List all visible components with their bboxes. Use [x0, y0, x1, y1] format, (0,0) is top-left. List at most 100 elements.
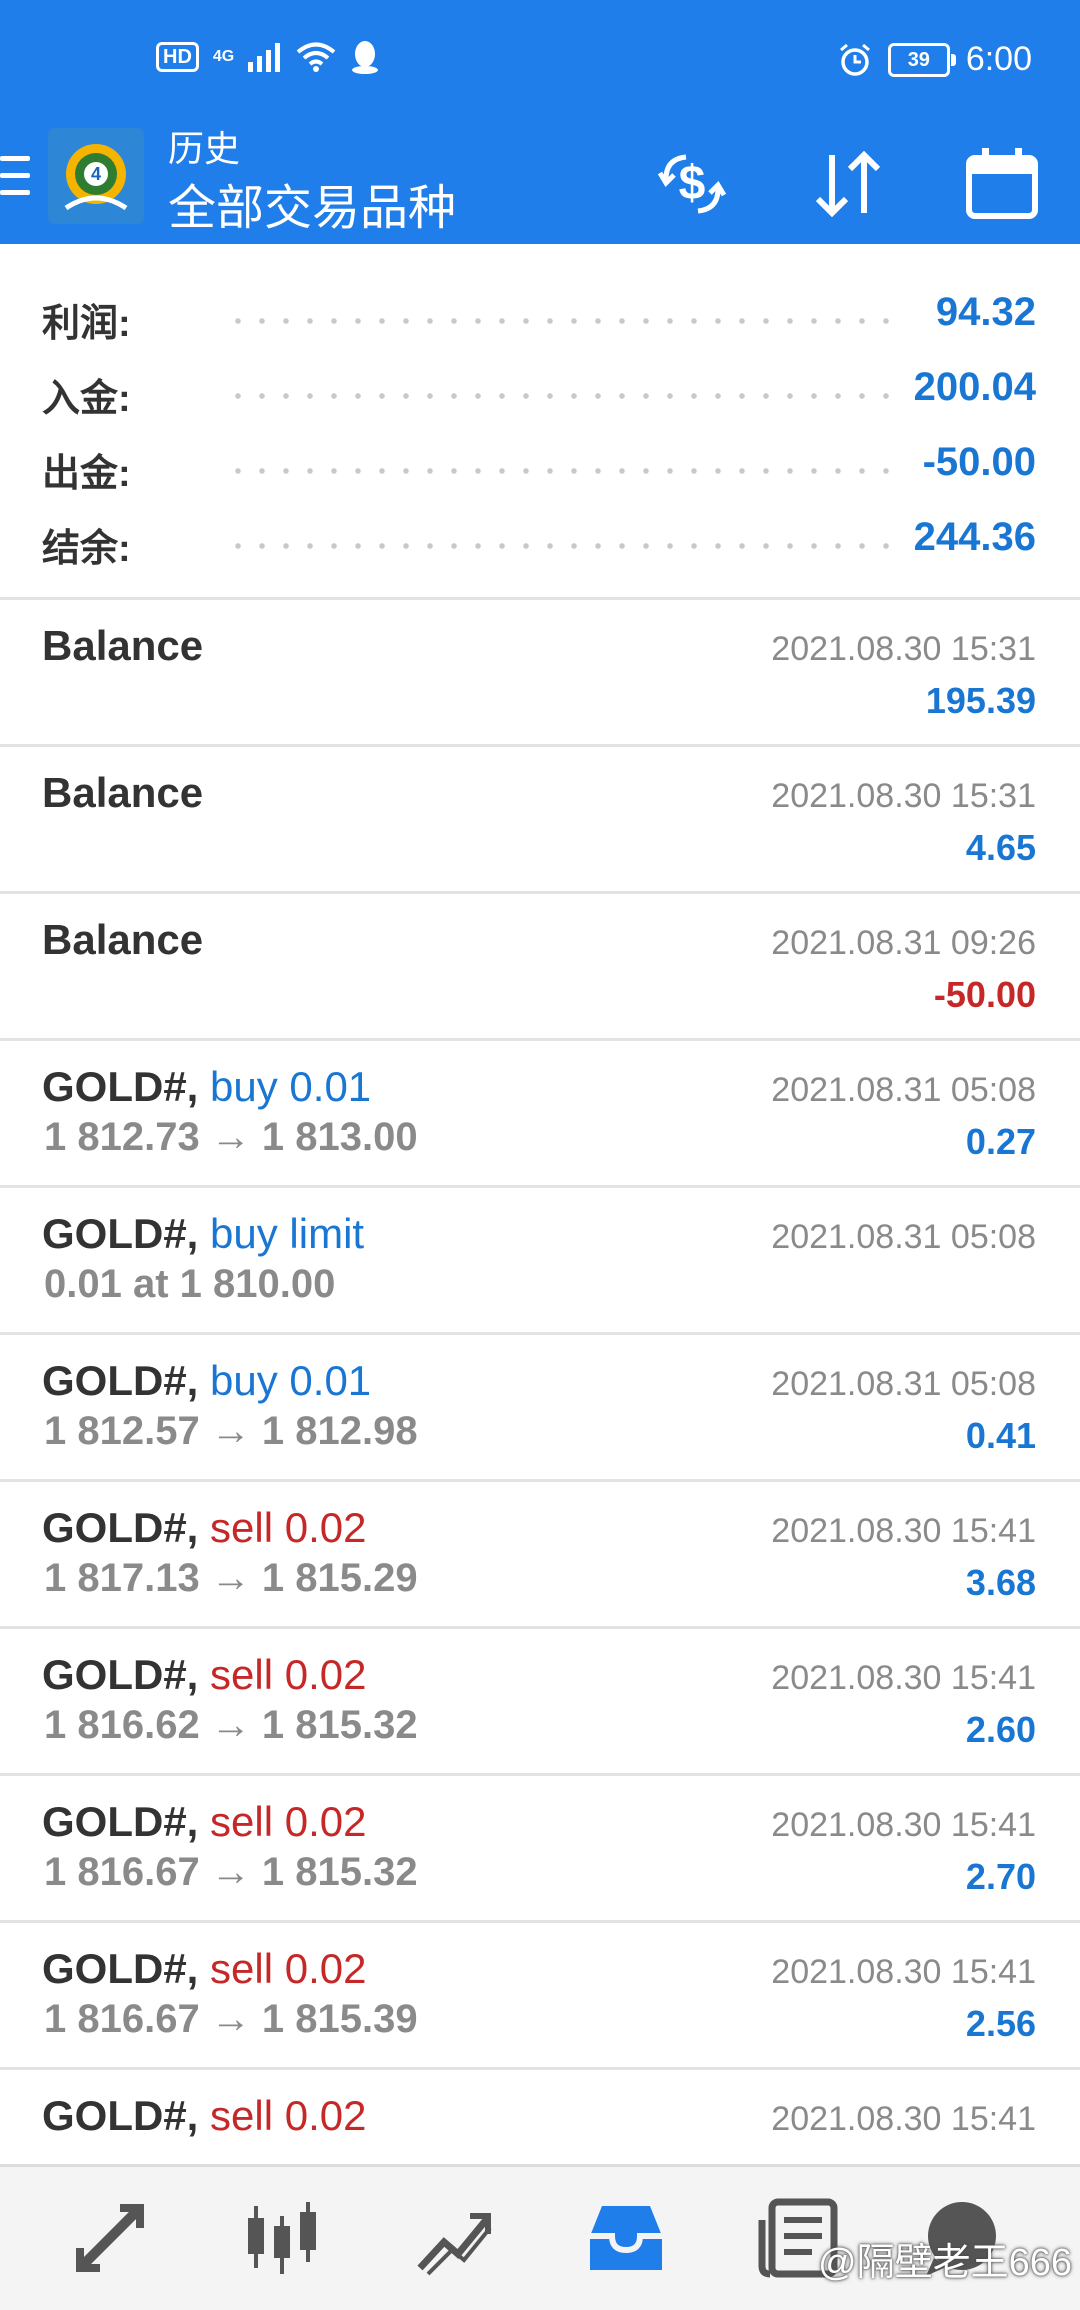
currency-exchange-icon[interactable]: $ [650, 142, 734, 226]
wifi-icon [296, 42, 336, 72]
row-symbol: Balance [42, 769, 204, 816]
row-time: 2021.08.30 15:41 [771, 1512, 1036, 1550]
row-profit: 0.41 [965, 1415, 1036, 1456]
app-bar: 4 历史 全部交易品种 $ [0, 120, 1080, 244]
row-symbol: GOLD#, buy limit [42, 1210, 365, 1257]
status-time: 6:00 [965, 40, 1032, 78]
history-row[interactable]: Balance 2021.08.30 15:31 4.65 [0, 747, 1080, 894]
row-time: 2021.08.30 15:41 [771, 1659, 1036, 1697]
row-details: 1 816.67 → 1 815.32 [44, 1850, 418, 1894]
row-details: 0.01 at 1 810.00 [44, 1262, 336, 1306]
row-action: sell 0.02 [210, 1504, 367, 1551]
hd-badge: HD [156, 42, 199, 72]
history-row[interactable]: Balance 2021.08.31 09:26 -50.00 [0, 894, 1080, 1041]
row-symbol: GOLD#, sell 0.02 [42, 1651, 367, 1698]
summary-value: 94.32 [935, 290, 1036, 334]
row-time: 2021.08.30 15:41 [771, 1806, 1036, 1844]
row-symbol: Balance [42, 622, 204, 669]
row-symbol: GOLD#, buy 0.01 [42, 1357, 372, 1404]
row-symbol: GOLD#, sell 0.02 [42, 1945, 367, 1992]
summary-row-balance: 结余: 244.36 [0, 499, 1080, 574]
history-row[interactable]: GOLD#, sell 0.02 1 817.13 → 1 815.29 202… [0, 1482, 1080, 1629]
row-profit: 4.65 [965, 827, 1036, 868]
row-action: buy 0.01 [210, 1357, 372, 1404]
qq-icon [352, 41, 379, 74]
row-details: 1 812.57 → 1 812.98 [44, 1409, 418, 1453]
battery-indicator: 39 [887, 42, 956, 77]
row-profit: 3.68 [965, 1562, 1036, 1603]
row-profit: -50.00 [933, 974, 1036, 1015]
history-row[interactable]: GOLD#, sell 0.02 1 816.62 → 1 815.32 202… [0, 1629, 1080, 1776]
row-time: 2021.08.30 15:31 [771, 777, 1036, 815]
row-action: sell 0.02 [210, 2092, 367, 2139]
row-symbol: Balance [42, 916, 204, 963]
summary-panel: 利润: 94.32 入金: 200.04 出金: -50.00 结余: 244.… [0, 244, 1080, 598]
row-symbol: GOLD#, sell 0.02 [42, 1798, 367, 1845]
status-bar: HD 4G 39 6:00 [0, 0, 1080, 120]
row-details: 1 812.73 → 1 813.00 [44, 1115, 418, 1159]
row-action: sell 0.02 [210, 1651, 367, 1698]
row-symbol: GOLD#, buy 0.01 [42, 1063, 372, 1110]
row-action: buy limit [210, 1210, 365, 1257]
row-symbol: GOLD#, sell 0.02 [42, 2092, 367, 2139]
row-time: 2021.08.30 15:41 [771, 1953, 1036, 1991]
row-profit: 2.60 [965, 1709, 1036, 1750]
row-time: 2021.08.31 05:08 [771, 1218, 1036, 1256]
history-icon[interactable] [578, 2193, 674, 2283]
dotted-leader [226, 318, 902, 324]
dotted-leader [226, 543, 902, 549]
summary-label: 入金: [42, 378, 131, 420]
summary-row-withdrawal: 出金: -50.00 [0, 424, 1080, 499]
row-time: 2021.08.31 09:26 [771, 924, 1036, 962]
row-action: buy 0.01 [210, 1063, 372, 1110]
chart-icon[interactable] [234, 2193, 330, 2283]
network-4g-label: 4G [212, 48, 235, 65]
app-logo: 4 [48, 128, 144, 224]
menu-icon[interactable] [0, 156, 30, 206]
row-time: 2021.08.30 15:41 [771, 2100, 1036, 2138]
signal-icon [248, 43, 281, 72]
page-title[interactable]: 全部交易品种 [168, 168, 456, 238]
row-action: sell 0.02 [210, 1798, 367, 1845]
svg-text:$: $ [679, 157, 706, 210]
row-profit: 2.56 [965, 2003, 1036, 2044]
summary-row-deposit: 入金: 200.04 [0, 349, 1080, 424]
sort-icon[interactable] [806, 142, 890, 226]
row-profit: 195.39 [925, 680, 1036, 721]
row-details: 1 816.62 → 1 815.32 [44, 1703, 418, 1747]
summary-label: 结余: [42, 528, 131, 570]
alarm-icon [839, 43, 870, 76]
summary-value: -50.00 [922, 440, 1036, 484]
svg-text:4: 4 [91, 164, 101, 184]
summary-row-profit: 利润: 94.32 [0, 274, 1080, 349]
row-profit: 2.70 [965, 1856, 1036, 1897]
row-details: 1 816.67 → 1 815.39 [44, 1997, 418, 2041]
summary-label: 利润: [42, 303, 131, 345]
row-profit: 0.27 [965, 1121, 1036, 1162]
status-left: HD 4G [156, 40, 380, 74]
calendar-icon[interactable] [960, 142, 1044, 226]
history-row[interactable]: Balance 2021.08.30 15:31 195.39 [0, 600, 1080, 747]
page-subtitle: 历史 [168, 128, 241, 169]
history-row[interactable]: GOLD#, sell 0.02 1 816.67 → 1 815.32 202… [0, 1776, 1080, 1923]
bottom-navigation: @隔壁老王666 [0, 2164, 1080, 2310]
quotes-icon[interactable] [62, 2193, 158, 2283]
row-time: 2021.08.31 05:08 [771, 1365, 1036, 1403]
watermark: @隔壁老王666 [818, 2242, 1072, 2284]
row-action: sell 0.02 [210, 1945, 367, 1992]
dotted-leader [226, 393, 902, 399]
row-details: 1 817.13 → 1 815.29 [44, 1556, 418, 1600]
history-row[interactable]: GOLD#, sell 0.02 1 816.67 → 1 815.39 202… [0, 1923, 1080, 2070]
history-row[interactable]: GOLD#, buy limit 0.01 at 1 810.00 2021.0… [0, 1188, 1080, 1335]
summary-value: 200.04 [913, 365, 1036, 409]
trade-icon[interactable] [406, 2193, 502, 2283]
history-row[interactable]: GOLD#, buy 0.01 1 812.57 → 1 812.98 2021… [0, 1335, 1080, 1482]
row-time: 2021.08.31 05:08 [771, 1071, 1036, 1109]
row-symbol: GOLD#, sell 0.02 [42, 1504, 367, 1551]
row-time: 2021.08.30 15:31 [771, 630, 1036, 668]
summary-label: 出金: [42, 453, 131, 495]
status-right: 39 6:00 [838, 40, 1032, 79]
dotted-leader [226, 468, 902, 474]
summary-value: 244.36 [913, 515, 1036, 559]
history-row[interactable]: GOLD#, buy 0.01 1 812.73 → 1 813.00 2021… [0, 1041, 1080, 1188]
